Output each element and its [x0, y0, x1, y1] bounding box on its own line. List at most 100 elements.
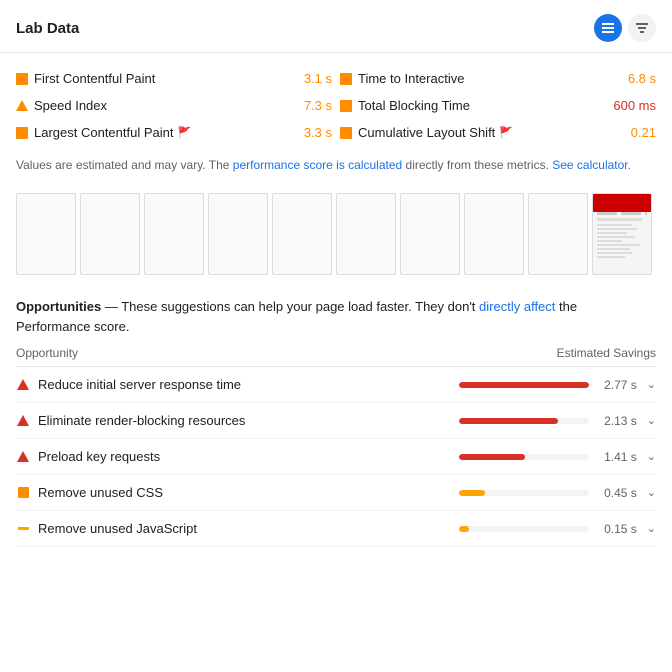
metric-fcp: First Contentful Paint 3.1 s: [16, 65, 332, 92]
metric-cls: Cumulative Layout Shift 🚩 0.21: [340, 119, 656, 146]
filmstrip-frame-8: [464, 193, 524, 275]
lcp-label: Largest Contentful Paint 🚩: [34, 125, 298, 140]
chevron-down-icon: ⌄: [647, 486, 656, 499]
opp-header-bold: Opportunities: [16, 299, 101, 314]
chevron-down-icon: ⌄: [647, 378, 656, 391]
opp-bar-area: 0.45 s ⌄: [436, 486, 656, 500]
opp-value-label: 0.45 s: [597, 486, 637, 500]
tbt-value: 600 ms: [613, 98, 656, 113]
notes-text-before: Values are estimated and may vary. The: [16, 158, 233, 172]
metrics-right-col: Time to Interactive 6.8 s Total Blocking…: [340, 65, 656, 146]
col-savings-label: Estimated Savings: [557, 346, 656, 360]
opp-header-desc: — These suggestions can help your page l…: [105, 299, 479, 314]
opp-name-label: Remove unused JavaScript: [38, 521, 428, 536]
opp-value-label: 0.15 s: [597, 522, 637, 536]
cls-value: 0.21: [631, 125, 656, 140]
filmstrip-frame-last: [592, 193, 652, 275]
opp-bar-area: 2.77 s ⌄: [436, 378, 656, 392]
performance-score-link[interactable]: performance score is calculated: [233, 158, 402, 172]
opp-name-label: Eliminate render-blocking resources: [38, 413, 428, 428]
opp-icon-wrapper: [16, 487, 30, 498]
chevron-down-icon: ⌄: [647, 522, 656, 535]
opp-header-desc2: the: [559, 299, 577, 314]
tti-value: 6.8 s: [628, 71, 656, 86]
opp-bar: [459, 490, 485, 496]
opp-icon-wrapper: [16, 527, 30, 530]
opp-value-label: 2.13 s: [597, 414, 637, 428]
opp-bar-container: [459, 526, 589, 532]
metrics-grid: First Contentful Paint 3.1 s Speed Index…: [16, 65, 656, 146]
opp-red-tri-icon: [17, 415, 29, 426]
cls-label: Cumulative Layout Shift 🚩: [358, 125, 625, 140]
filmstrip-frame-2: [80, 193, 140, 275]
cls-icon: [340, 127, 352, 139]
opp-icon-wrapper: [16, 415, 30, 426]
si-value: 7.3 s: [304, 98, 332, 113]
col-opportunity-label: Opportunity: [16, 346, 78, 360]
opp-header-desc3: Performance score.: [16, 319, 129, 334]
opp-table-header: Opportunity Estimated Savings: [16, 342, 656, 367]
opp-bar: [459, 418, 558, 424]
chevron-down-icon: ⌄: [647, 414, 656, 427]
filmstrip-frame-1: [16, 193, 76, 275]
opp-item-0[interactable]: Reduce initial server response time 2.77…: [16, 367, 656, 403]
lcp-value: 3.3 s: [304, 125, 332, 140]
list-icon: [601, 21, 615, 35]
lab-data-header: Lab Data: [0, 0, 672, 53]
filmstrip-frame-3: [144, 193, 204, 275]
page-title: Lab Data: [16, 20, 79, 37]
metric-si: Speed Index 7.3 s: [16, 92, 332, 119]
metrics-left-col: First Contentful Paint 3.1 s Speed Index…: [16, 65, 332, 146]
opp-yellow-sq-icon: [18, 527, 29, 530]
opp-name-label: Reduce initial server response time: [38, 377, 428, 392]
lcp-flag: 🚩: [177, 126, 191, 139]
opp-bar-container: [459, 490, 589, 496]
opp-icon-wrapper: [16, 379, 30, 390]
opp-bar-container: [459, 454, 589, 460]
filter-view-button[interactable]: [628, 14, 656, 42]
notes-section: Values are estimated and may vary. The p…: [0, 150, 672, 185]
si-label: Speed Index: [34, 98, 298, 113]
tti-label: Time to Interactive: [358, 71, 622, 86]
opp-header-text: Opportunities — These suggestions can he…: [16, 297, 656, 336]
opp-bar-container: [459, 382, 589, 388]
fcp-icon: [16, 73, 28, 85]
opp-bar-area: 2.13 s ⌄: [436, 414, 656, 428]
opp-bar-container: [459, 418, 589, 424]
opp-icon-wrapper: [16, 451, 30, 462]
opp-item-4[interactable]: Remove unused JavaScript 0.15 s ⌄: [16, 511, 656, 547]
see-calculator-link[interactable]: See calculator.: [552, 158, 631, 172]
notes-text-middle: directly from these metrics.: [406, 158, 553, 172]
opp-bar: [459, 382, 589, 388]
metric-lcp: Largest Contentful Paint 🚩 3.3 s: [16, 119, 332, 146]
cls-flag: 🚩: [499, 126, 513, 139]
lcp-icon: [16, 127, 28, 139]
filmstrip-frame-5: [272, 193, 332, 275]
filmstrip-frame-7: [400, 193, 460, 275]
opp-list: Reduce initial server response time 2.77…: [16, 367, 656, 547]
opp-bar-area: 0.15 s ⌄: [436, 522, 656, 536]
header-icon-group: [594, 14, 656, 42]
opp-bar: [459, 454, 525, 460]
filmstrip-frame-6: [336, 193, 396, 275]
metric-tbt: Total Blocking Time 600 ms: [340, 92, 656, 119]
opp-value-label: 2.77 s: [597, 378, 637, 392]
si-icon: [16, 100, 28, 111]
chevron-down-icon: ⌄: [647, 450, 656, 463]
fcp-value: 3.1 s: [304, 71, 332, 86]
opp-name-label: Preload key requests: [38, 449, 428, 464]
filmstrip-frame-9: [528, 193, 588, 275]
directly-affect-link[interactable]: directly affect: [479, 299, 555, 314]
opp-item-3[interactable]: Remove unused CSS 0.45 s ⌄: [16, 475, 656, 511]
opp-orange-sq-icon: [18, 487, 29, 498]
opp-bar: [459, 526, 469, 532]
list-view-button[interactable]: [594, 14, 622, 42]
opp-item-1[interactable]: Eliminate render-blocking resources 2.13…: [16, 403, 656, 439]
opp-item-2[interactable]: Preload key requests 1.41 s ⌄: [16, 439, 656, 475]
tti-icon: [340, 73, 352, 85]
filmstrip-frame-4: [208, 193, 268, 275]
opp-name-label: Remove unused CSS: [38, 485, 428, 500]
opp-value-label: 1.41 s: [597, 450, 637, 464]
fcp-label: First Contentful Paint: [34, 71, 298, 86]
opp-red-tri-icon: [17, 451, 29, 462]
